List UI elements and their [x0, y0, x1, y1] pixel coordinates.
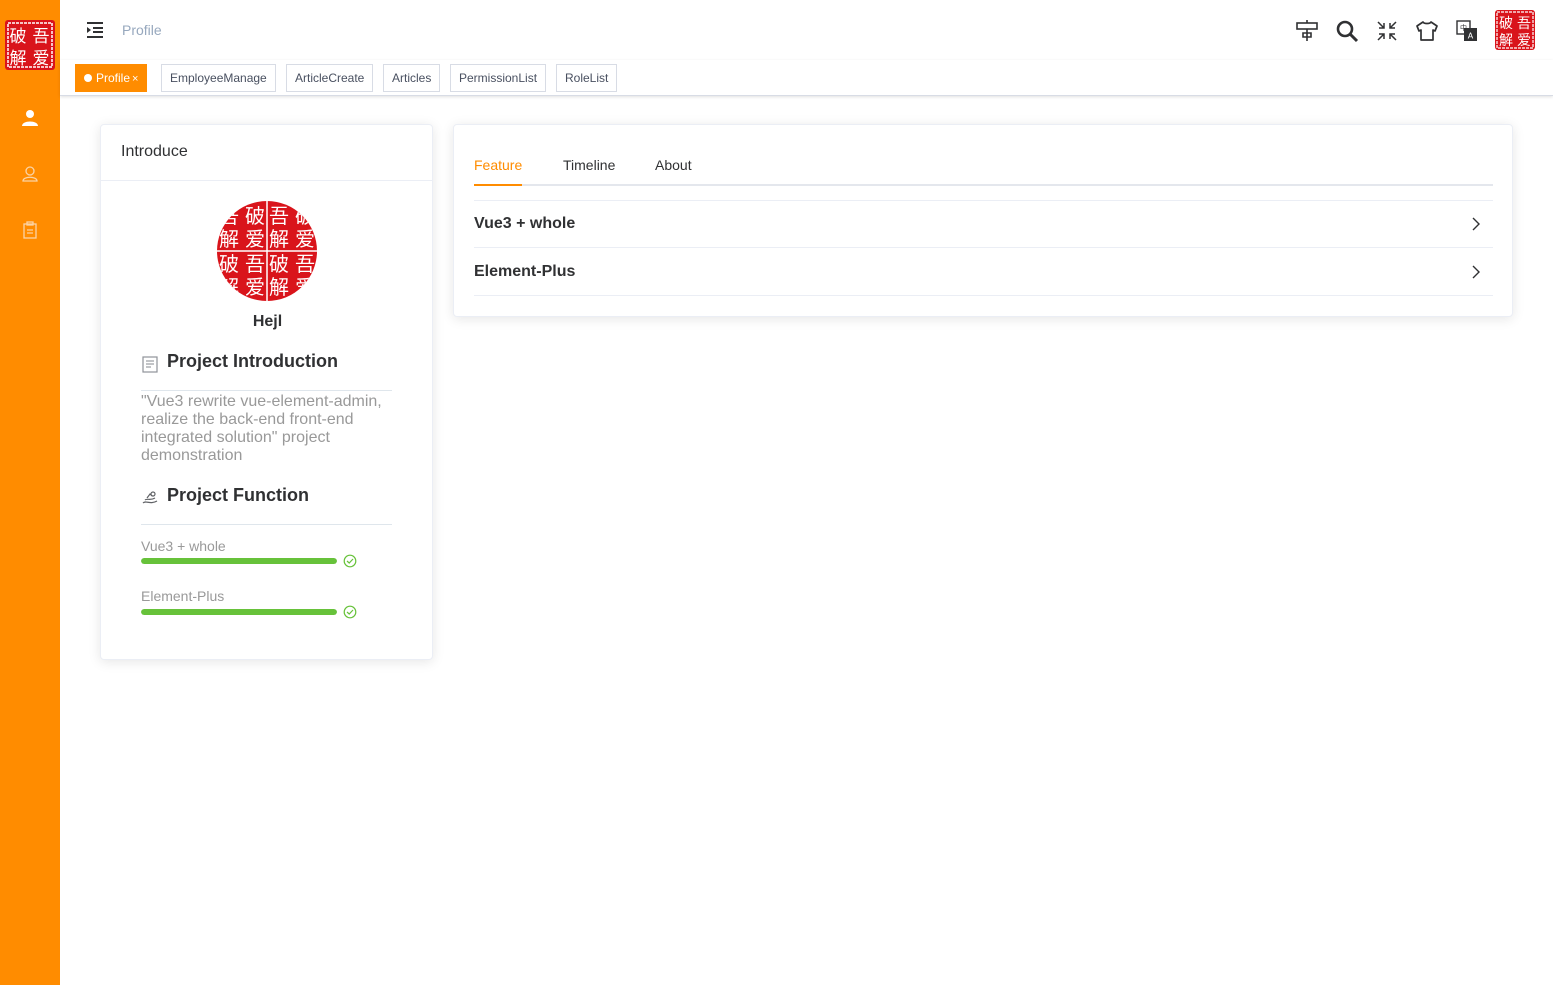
tag-label: ArticleCreate [295, 71, 365, 85]
tag-label: EmployeeManage [170, 71, 267, 85]
user-card: Introduce 吾破吾破 解爱解爱 破吾破吾 解爱解爱 Hejl Proje… [100, 124, 433, 660]
svg-text:中: 中 [1460, 23, 1467, 32]
fullscreen-exit-icon [1377, 21, 1397, 41]
card-title: Introduce [101, 125, 432, 181]
theme-shirt-icon [1416, 21, 1438, 41]
sidebar-item-clipboard[interactable] [0, 210, 60, 250]
clipboard-icon [23, 221, 37, 239]
svg-text:A: A [1468, 32, 1474, 41]
svg-text:破: 破 [10, 27, 27, 47]
header-search[interactable] [1334, 18, 1360, 44]
search-icon [1336, 20, 1359, 43]
right-menu: 中 A 破 吾 解 爱 [1293, 0, 1553, 60]
activity-card: Feature Timeline About Vue3 + whole Elem… [453, 124, 1513, 317]
sidebar-item-profile[interactable] [0, 98, 60, 138]
svg-text:破: 破 [269, 252, 289, 276]
check-circle-icon [343, 605, 357, 619]
document-icon [142, 356, 158, 373]
avatar[interactable]: 破 吾 解 爱 [1495, 10, 1535, 50]
tab-label: Feature [474, 157, 523, 173]
svg-text:爱: 爱 [295, 227, 315, 251]
tag-employee-manage[interactable]: EmployeeManage [161, 64, 276, 92]
sidebar-item-users[interactable] [0, 154, 60, 194]
function-title: Project Function [167, 485, 310, 505]
progress-fill [141, 558, 337, 564]
svg-text:解: 解 [10, 49, 27, 69]
user-avatar: 吾破吾破 解爱解爱 破吾破吾 解爱解爱 [217, 201, 317, 301]
user-icon [22, 110, 38, 126]
svg-text:破: 破 [295, 204, 315, 228]
svg-text:解: 解 [1499, 33, 1513, 49]
language-button[interactable]: 中 A [1454, 18, 1480, 44]
theme-button[interactable] [1414, 18, 1440, 44]
sidebar: 破 吾 解 爱 [0, 0, 60, 985]
tabs-nav: Feature Timeline About [474, 145, 1493, 186]
svg-text:解: 解 [219, 227, 239, 251]
guide-button[interactable] [1294, 18, 1320, 44]
collapse-item[interactable]: Vue3 + whole [474, 200, 1493, 248]
tag-articles[interactable]: Articles [383, 64, 441, 92]
svg-text:吾: 吾 [1517, 16, 1531, 32]
progress-fill [141, 609, 337, 615]
intro-section-header: Project Introduction [141, 351, 392, 391]
active-dot [84, 74, 92, 82]
svg-text:吾: 吾 [245, 252, 265, 276]
svg-text:吾: 吾 [269, 204, 289, 228]
svg-text:破: 破 [1499, 16, 1513, 32]
tag-label: Profile [96, 71, 131, 85]
chevron-right-icon [1472, 265, 1480, 278]
skill-progress-bar [141, 609, 337, 615]
guide-icon [1296, 20, 1318, 41]
svg-text:破: 破 [245, 204, 265, 228]
check-circle-icon [343, 554, 357, 568]
skill-label: Vue3 + whole [141, 538, 226, 554]
app-logo[interactable]: 破 吾 解 爱 [5, 20, 55, 70]
svg-text:解: 解 [269, 227, 289, 251]
users-icon [22, 166, 38, 182]
tag-profile[interactable]: Profile × [75, 64, 148, 92]
tab-label: Timeline [563, 157, 616, 173]
collapse-title: Element-Plus [474, 262, 576, 280]
close-icon[interactable]: × [132, 73, 138, 85]
menu-fold-icon [87, 22, 103, 38]
language-icon: 中 A [1456, 20, 1477, 41]
intro-title: Project Introduction [167, 351, 338, 371]
chevron-right-icon [1472, 217, 1480, 231]
screenfull-button[interactable] [1374, 18, 1400, 44]
tab-feature[interactable]: Feature [474, 157, 522, 173]
svg-text:爱: 爱 [33, 49, 50, 69]
svg-text:爱: 爱 [295, 275, 315, 299]
tab-label: About [655, 157, 692, 173]
skill-label: Element-Plus [141, 588, 225, 604]
function-section-header: Project Function [141, 485, 392, 525]
svg-text:解: 解 [269, 275, 289, 299]
tag-permission-list[interactable]: PermissionList [450, 64, 547, 92]
breadcrumb: Profile [122, 22, 162, 38]
skill-progress-bar [141, 558, 337, 564]
svg-text:爱: 爱 [1517, 33, 1531, 49]
tag-label: PermissionList [459, 71, 538, 85]
navbar: Profile 中 A 破 吾 解 爱 [60, 0, 1553, 60]
active-tab-indicator [474, 184, 522, 186]
tags-view: Profile × EmployeeManage ArticleCreate Ar… [60, 60, 1553, 96]
tab-timeline[interactable]: Timeline [563, 157, 615, 173]
tab-about[interactable]: About [655, 157, 692, 173]
tag-label: RoleList [565, 71, 609, 85]
collapse-title: Vue3 + whole [474, 215, 576, 232]
svg-text:破: 破 [219, 252, 239, 276]
tag-label: Articles [392, 71, 432, 85]
svg-text:吾: 吾 [295, 252, 315, 276]
tag-article-create[interactable]: ArticleCreate [286, 64, 374, 92]
svg-text:吾: 吾 [33, 27, 50, 47]
skill-icon [142, 491, 158, 504]
collapse-item[interactable]: Element-Plus [474, 248, 1493, 296]
hamburger-toggle[interactable] [84, 19, 106, 41]
svg-text:解: 解 [219, 275, 239, 299]
tag-role-list[interactable]: RoleList [556, 64, 618, 92]
intro-text: "Vue3 rewrite vue-element-admin, realize… [141, 393, 382, 464]
svg-text:爱: 爱 [245, 227, 265, 251]
user-name: Hejl [252, 313, 283, 330]
svg-text:吾: 吾 [219, 204, 239, 228]
svg-text:爱: 爱 [245, 275, 265, 299]
